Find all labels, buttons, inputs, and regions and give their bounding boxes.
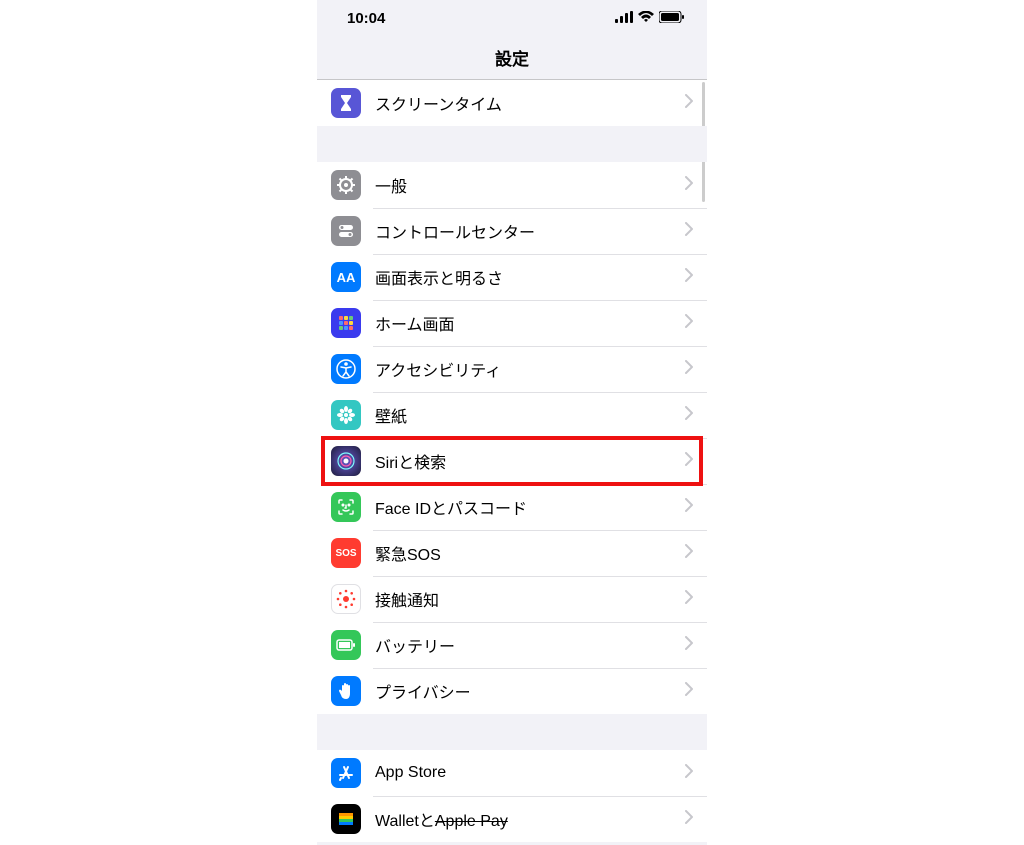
chevron-right-icon xyxy=(685,268,693,287)
exposure-icon xyxy=(331,584,361,614)
row-label: アクセシビリティ xyxy=(375,357,685,381)
row-privacy[interactable]: プライバシー xyxy=(317,668,707,714)
row-label: コントロールセンター xyxy=(375,219,685,243)
chevron-right-icon xyxy=(685,682,693,701)
row-display[interactable]: AA 画面表示と明るさ xyxy=(317,254,707,300)
battery-icon xyxy=(331,630,361,660)
apps-grid-icon xyxy=(331,308,361,338)
row-label: 接触通知 xyxy=(375,587,685,611)
row-wallpaper[interactable]: 壁紙 xyxy=(317,392,707,438)
faceid-icon xyxy=(331,492,361,522)
row-label: 壁紙 xyxy=(375,403,685,427)
chevron-right-icon xyxy=(685,498,693,517)
chevron-right-icon xyxy=(685,810,693,829)
row-label: プライバシー xyxy=(375,679,685,703)
row-appstore[interactable]: App Store xyxy=(317,750,707,796)
sos-icon: SOS xyxy=(331,538,361,568)
row-wallet[interactable]: WalletとApple Pay xyxy=(317,796,707,842)
status-time: 10:04 xyxy=(347,10,385,27)
status-bar: 10:04 xyxy=(317,0,707,36)
row-sos[interactable]: SOS 緊急SOS xyxy=(317,530,707,576)
status-indicators xyxy=(615,10,685,27)
row-label: App Store xyxy=(375,764,685,782)
wallet-label-prefix: Walletと xyxy=(375,813,435,830)
text-size-icon: AA xyxy=(331,262,361,292)
icon-glyph: SOS xyxy=(335,548,356,559)
settings-group-screentime: スクリーンタイム xyxy=(317,80,707,126)
gear-icon xyxy=(331,170,361,200)
icon-glyph: AA xyxy=(337,270,356,285)
accessibility-icon xyxy=(331,354,361,384)
settings-group-store: App Store WalletとApple Pay xyxy=(317,750,707,842)
row-label: WalletとApple Pay xyxy=(375,807,685,831)
row-label: Face IDとパスコード xyxy=(375,495,685,519)
row-battery[interactable]: バッテリー xyxy=(317,622,707,668)
switches-icon xyxy=(331,216,361,246)
row-exposure[interactable]: 接触通知 xyxy=(317,576,707,622)
row-control-center[interactable]: コントロールセンター xyxy=(317,208,707,254)
wallet-label-redacted: Apple Pay xyxy=(435,813,508,830)
cellular-icon xyxy=(615,10,633,27)
battery-icon xyxy=(659,10,685,27)
section-spacer xyxy=(317,126,707,162)
row-faceid[interactable]: Face IDとパスコード xyxy=(317,484,707,530)
chevron-right-icon xyxy=(685,452,693,471)
row-label: Siriと検索 xyxy=(375,449,685,473)
chevron-right-icon xyxy=(685,636,693,655)
chevron-right-icon xyxy=(685,94,693,113)
chevron-right-icon xyxy=(685,360,693,379)
row-label: 画面表示と明るさ xyxy=(375,265,685,289)
row-accessibility[interactable]: アクセシビリティ xyxy=(317,346,707,392)
row-label: 一般 xyxy=(375,173,685,197)
chevron-right-icon xyxy=(685,314,693,333)
nav-header: 設定 xyxy=(317,36,707,80)
page-title: 設定 xyxy=(495,45,529,70)
row-label: ホーム画面 xyxy=(375,311,685,335)
chevron-right-icon xyxy=(685,222,693,241)
hourglass-icon xyxy=(331,88,361,118)
chevron-right-icon xyxy=(685,176,693,195)
chevron-right-icon xyxy=(685,544,693,563)
row-label: バッテリー xyxy=(375,633,685,657)
row-label: 緊急SOS xyxy=(375,541,685,565)
section-spacer xyxy=(317,714,707,750)
row-label: スクリーンタイム xyxy=(375,91,685,115)
siri-icon xyxy=(331,446,361,476)
flower-icon xyxy=(331,400,361,430)
chevron-right-icon xyxy=(685,590,693,609)
row-screentime[interactable]: スクリーンタイム xyxy=(317,80,707,126)
row-home-screen[interactable]: ホーム画面 xyxy=(317,300,707,346)
wifi-icon xyxy=(638,10,654,27)
chevron-right-icon xyxy=(685,764,693,783)
wallet-icon xyxy=(331,804,361,834)
row-general[interactable]: 一般 xyxy=(317,162,707,208)
appstore-icon xyxy=(331,758,361,788)
row-siri[interactable]: Siriと検索 xyxy=(317,438,707,484)
chevron-right-icon xyxy=(685,406,693,425)
settings-group-main: 一般 コントロールセンター AA 画面表示と明るさ xyxy=(317,162,707,714)
hand-icon xyxy=(331,676,361,706)
phone-frame: 10:04 設定 スクリーンタイム xyxy=(317,0,707,845)
